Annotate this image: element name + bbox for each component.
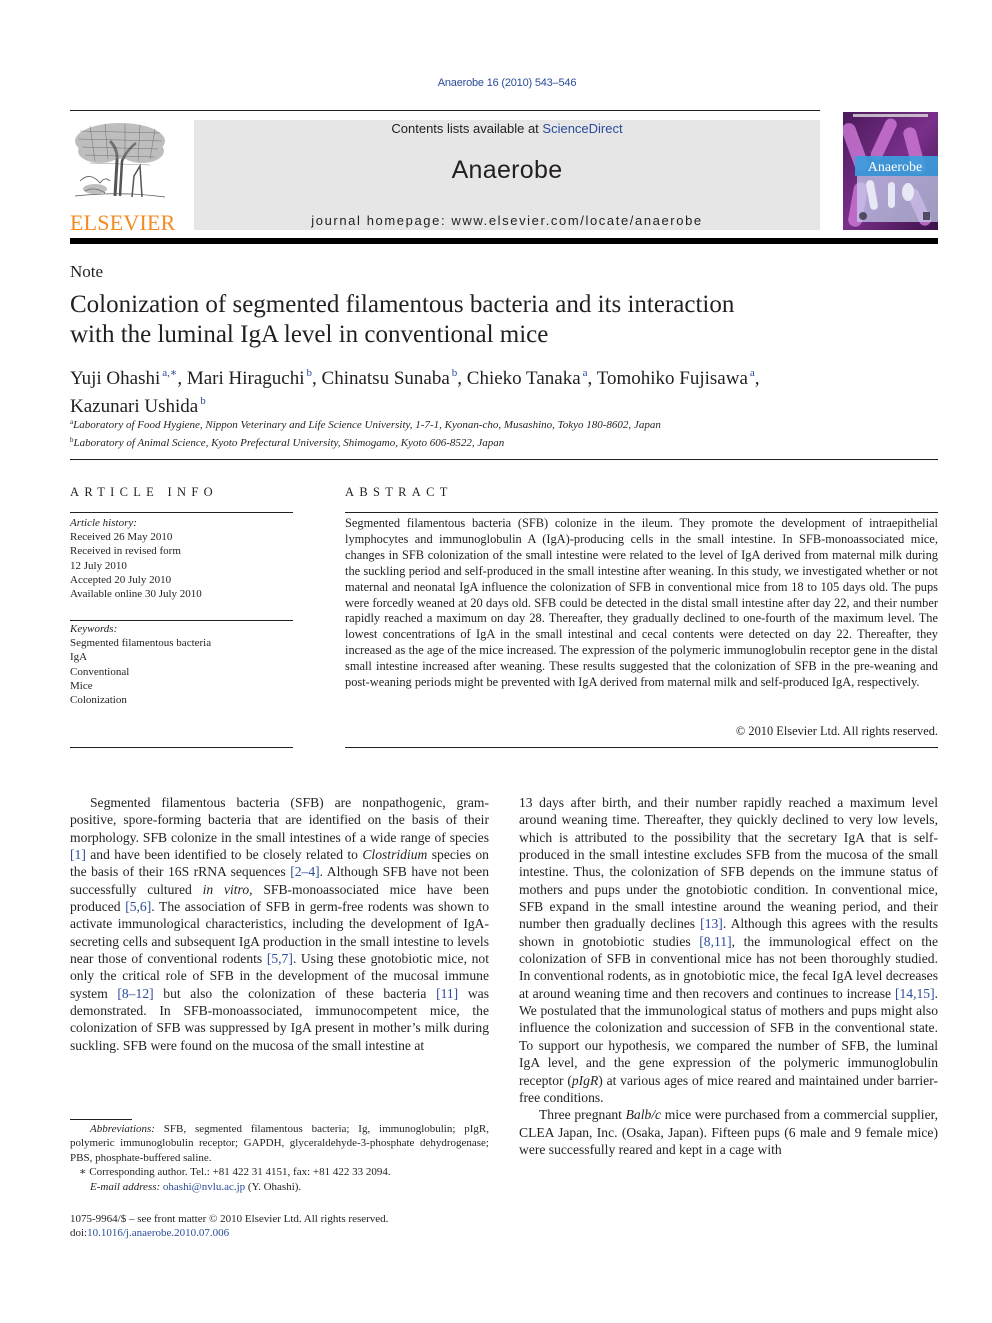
- reference-link[interactable]: [5,7]: [267, 951, 293, 966]
- author: Kazunari Ushida b: [70, 395, 206, 417]
- issn-line: 1075-9964/$ – see front matter © 2010 El…: [70, 1213, 389, 1225]
- sciencedirect-link[interactable]: ScienceDirect: [542, 121, 622, 136]
- author: Tomohiko Fujisawa a,: [596, 367, 760, 389]
- issn-doi: 1075-9964/$ – see front matter © 2010 El…: [70, 1212, 388, 1241]
- keyword: Segmented filamentous bacteria: [70, 637, 212, 650]
- author: Chieko Tanaka a,: [466, 367, 597, 389]
- article-info-heading: ARTICLE INFO: [70, 485, 218, 499]
- article-type: Note: [70, 262, 104, 281]
- author-list: Yuji Ohashi a,∗, Mari Hiraguchi b, Chinats…: [70, 362, 890, 418]
- contents-line: Contents lists available at ScienceDirec…: [194, 121, 820, 136]
- author: Mari Hiraguchi b,: [186, 367, 322, 389]
- history-item: 12 July 2010: [70, 559, 127, 572]
- keywords-label: Keywords:: [70, 623, 118, 635]
- reference-link[interactable]: [8,11]: [699, 934, 731, 949]
- article-title: Colonization of segmented filamentous ba…: [70, 290, 870, 350]
- email-footnote: E-mail address: ohashi@nvlu.ac.jp (Y. Oh…: [90, 1180, 302, 1193]
- reference-link[interactable]: [14,15]: [895, 986, 935, 1001]
- history-item: Accepted 20 July 2010: [70, 573, 172, 586]
- title-line-1: Colonization of segmented filamentous ba…: [70, 291, 735, 318]
- divider: [70, 512, 293, 513]
- paragraph: 13 days after birth, and their number ra…: [519, 795, 938, 1105]
- reference-link[interactable]: [5,6]: [125, 899, 151, 914]
- header-divider: [70, 238, 938, 244]
- history-label: Article history:: [70, 517, 137, 529]
- author: Chinatsu Sunaba b,: [321, 367, 467, 389]
- footnote-divider: [70, 1119, 132, 1120]
- history-item: Available online 30 July 2010: [70, 588, 202, 601]
- journal-citation[interactable]: Anaerobe 16 (2010) 543–546: [0, 77, 992, 89]
- article-history: Article history: Received 26 May 2010 Re…: [70, 516, 202, 601]
- affiliation: bLaboratory of Animal Science, Kyoto Pre…: [70, 436, 505, 449]
- keyword: Colonization: [70, 694, 127, 707]
- cover-title: Anaerobe: [868, 160, 922, 175]
- reference-link[interactable]: [8–12]: [117, 986, 153, 1001]
- author: Yuji Ohashi a,∗,: [70, 367, 187, 389]
- title-line-2: with the luminal IgA level in convention…: [70, 321, 549, 348]
- divider: [345, 512, 938, 513]
- affiliation-link[interactable]: b: [200, 395, 206, 407]
- reference-link[interactable]: [2–4]: [290, 864, 319, 879]
- body-column-left: Segmented filamentous bacteria (SFB) are…: [70, 794, 489, 1054]
- keyword: Mice: [70, 679, 93, 692]
- history-item: Received 26 May 2010: [70, 531, 173, 544]
- affiliation: aLaboratory of Food Hygiene, Nippon Vete…: [70, 418, 661, 431]
- history-item: Received in revised form: [70, 545, 181, 558]
- body-column-right: 13 days after birth, and their number ra…: [519, 794, 938, 1158]
- keyword: Conventional: [70, 665, 130, 678]
- divider: [70, 110, 820, 111]
- footnotes: Abbreviations: SFB, segmented filamentou…: [70, 1122, 489, 1194]
- keyword: IgA: [70, 651, 88, 664]
- corresponding-author-footnote: ∗ Corresponding author. Tel.: +81 422 31…: [79, 1166, 391, 1179]
- paragraph: Three pregnant Balb/c mice were purchase…: [519, 1107, 938, 1157]
- journal-name: Anaerobe: [451, 156, 563, 184]
- email-link[interactable]: ohashi@nvlu.ac.jp: [163, 1181, 245, 1193]
- abstract-text: Segmented filamentous bacteria (SFB) col…: [345, 516, 938, 690]
- divider: [70, 747, 293, 748]
- journal-homepage-link[interactable]: journal homepage: www.elsevier.com/locat…: [194, 213, 820, 228]
- keywords: Keywords: Segmented filamentous bacteria…: [70, 622, 211, 707]
- divider: [345, 747, 938, 748]
- reference-link[interactable]: [11]: [436, 986, 458, 1001]
- doi-link[interactable]: 10.1016/j.anaerobe.2010.07.006: [87, 1227, 229, 1239]
- affiliation-link[interactable]: a,∗: [162, 367, 177, 379]
- doi-line: doi:10.1016/j.anaerobe.2010.07.006: [70, 1227, 230, 1240]
- abbreviations-footnote: Abbreviations: SFB, segmented filamentou…: [70, 1123, 489, 1164]
- abstract-heading: ABSTRACT: [345, 485, 453, 499]
- contents-prefix: Contents lists available at: [391, 121, 543, 136]
- elsevier-wordmark[interactable]: ELSEVIER: [70, 210, 175, 236]
- reference-link[interactable]: [1]: [70, 847, 86, 862]
- journal-cover-image[interactable]: Anaerobe: [841, 112, 938, 230]
- affiliations: aLaboratory of Food Hygiene, Nippon Vete…: [70, 415, 661, 451]
- paragraph: Segmented filamentous bacteria (SFB) are…: [70, 795, 489, 1053]
- abstract-copyright: © 2010 Elsevier Ltd. All rights reserved…: [735, 724, 938, 738]
- divider: [70, 459, 938, 460]
- reference-link[interactable]: [13]: [700, 916, 723, 931]
- divider: [70, 620, 293, 621]
